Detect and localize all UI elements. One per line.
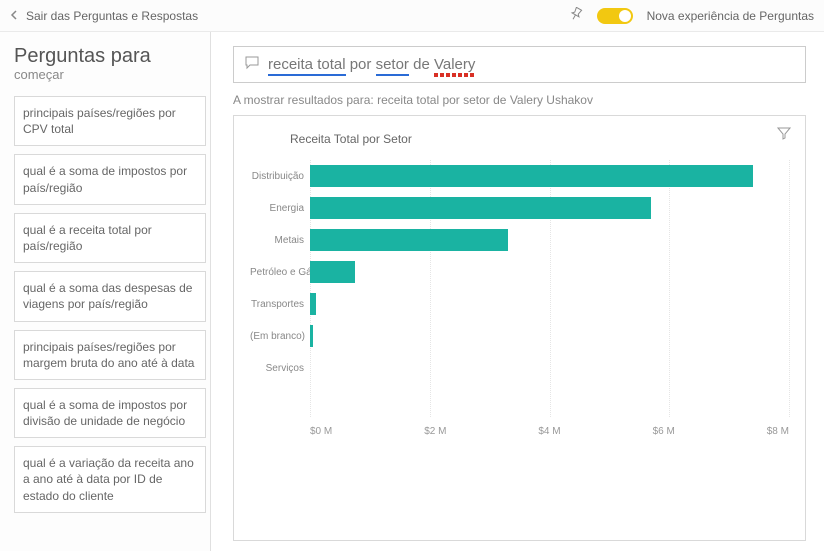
exit-qna-label: Sair das Perguntas e Respostas <box>26 9 198 23</box>
x-axis: $0 M $2 M $4 M $6 M $8 M <box>310 426 789 437</box>
suggested-question[interactable]: qual é a soma de impostos por divisão de… <box>14 388 206 438</box>
chat-icon <box>244 55 260 74</box>
query-token: de <box>413 56 430 74</box>
bar-fill[interactable] <box>310 165 753 187</box>
exit-qna-button[interactable]: Sair das Perguntas e Respostas <box>10 9 198 23</box>
chart-title: Receita Total por Setor <box>290 132 789 146</box>
main-panel: receita total por setor de Valery A most… <box>215 32 824 551</box>
suggested-question[interactable]: qual é a soma das despesas de viagens po… <box>14 271 206 321</box>
bar-row: Petróleo e Gás <box>310 256 789 288</box>
x-tick: $6 M <box>653 426 675 437</box>
divider <box>210 32 211 551</box>
bar-label: Metais <box>250 235 310 246</box>
suggested-question[interactable]: qual é a variação da receita ano a ano a… <box>14 446 206 513</box>
topbar: Sair das Perguntas e Respostas Nova expe… <box>0 0 824 32</box>
query-input[interactable]: receita total por setor de Valery <box>233 46 806 83</box>
suggested-question[interactable]: principais países/regiões por CPV total <box>14 96 206 146</box>
bar-row: Serviços <box>310 352 789 384</box>
bar-row: (Em branco) <box>310 320 789 352</box>
x-tick: $0 M <box>310 426 332 437</box>
bar-fill[interactable] <box>310 197 651 219</box>
sidebar-subtitle: começar <box>14 67 206 82</box>
bar-label: Distribuição <box>250 171 310 182</box>
x-tick: $4 M <box>538 426 560 437</box>
bar-label: Transportes <box>250 299 310 310</box>
bar-label: Petróleo e Gás <box>250 267 310 278</box>
bar-fill[interactable] <box>310 293 316 315</box>
x-tick: $2 M <box>424 426 446 437</box>
new-experience-toggle[interactable] <box>597 8 633 24</box>
pin-icon[interactable] <box>569 7 583 24</box>
bar-label: Serviços <box>250 363 310 374</box>
questions-sidebar: Perguntas para começar principais países… <box>0 32 210 551</box>
bar-row: Energia <box>310 192 789 224</box>
bar-row: Metais <box>310 224 789 256</box>
suggested-question[interactable]: qual é a receita total por país/região <box>14 213 206 263</box>
query-token: por <box>350 56 372 74</box>
chevron-left-icon <box>10 9 20 23</box>
new-experience-label: Nova experiência de Perguntas <box>647 9 814 23</box>
x-tick: $8 M <box>767 426 789 437</box>
suggested-question[interactable]: principais países/regiões por margem bru… <box>14 330 206 380</box>
bar-label: Energia <box>250 203 310 214</box>
bar-row: Distribuição <box>310 160 789 192</box>
filter-icon[interactable] <box>777 126 791 143</box>
suggested-question[interactable]: qual é a soma de impostos por país/regiã… <box>14 154 206 204</box>
bar-fill[interactable] <box>310 325 313 347</box>
sidebar-title: Perguntas para <box>14 46 206 67</box>
query-token: setor <box>376 56 409 76</box>
query-token: Valery <box>434 56 475 76</box>
bar-fill[interactable] <box>310 261 355 283</box>
showing-results-text: A mostrar resultados para: receita total… <box>233 93 806 107</box>
query-text: receita total por setor de Valery <box>268 56 475 73</box>
bar-row: Transportes <box>310 288 789 320</box>
bar-fill[interactable] <box>310 229 508 251</box>
chart-container: Receita Total por Setor DistribuiçãoEner… <box>233 115 806 541</box>
query-token: receita total <box>268 56 346 76</box>
bar-label: (Em branco) <box>250 331 310 342</box>
